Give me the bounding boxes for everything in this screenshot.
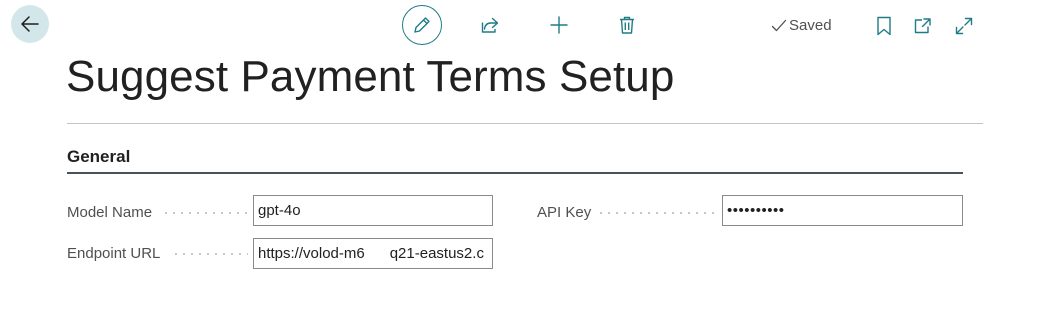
model-name-label: Model Name <box>67 204 153 221</box>
expand-icon <box>955 17 973 35</box>
section-heading-general[interactable]: General <box>67 147 130 167</box>
model-name-field[interactable]: gpt-4o <box>253 195 493 226</box>
endpoint-url-field[interactable]: https://volod-m6 q21-eastus2.c <box>253 238 493 269</box>
new-button[interactable] <box>547 13 571 37</box>
model-name-leader-dots <box>162 212 248 214</box>
open-in-new-window-icon <box>914 18 931 34</box>
title-divider <box>67 123 983 124</box>
share-icon <box>481 17 499 33</box>
section-divider <box>67 172 963 174</box>
saved-status: Saved <box>771 17 832 34</box>
page: Saved Suggest Payment Terms Setup Genera… <box>0 0 1037 325</box>
api-key-leader-dots <box>597 212 717 214</box>
edit-button[interactable] <box>402 5 442 45</box>
plus-icon <box>550 16 568 34</box>
back-button[interactable] <box>11 5 49 43</box>
expand-button[interactable] <box>952 14 976 38</box>
trash-icon <box>620 16 634 34</box>
bookmark-icon <box>877 16 891 36</box>
saved-label: Saved <box>789 17 832 34</box>
api-key-field[interactable]: •••••••••• <box>722 195 963 226</box>
arrow-left-icon <box>21 16 39 32</box>
checkmark-icon <box>771 19 787 31</box>
endpoint-url-leader-dots <box>172 253 248 255</box>
delete-button[interactable] <box>615 13 639 37</box>
share-button[interactable] <box>478 13 502 37</box>
bookmark-button[interactable] <box>873 14 895 38</box>
endpoint-url-label: Endpoint URL <box>67 245 161 262</box>
open-in-new-window-button[interactable] <box>911 14 935 38</box>
page-title: Suggest Payment Terms Setup <box>66 52 675 101</box>
api-key-label: API Key <box>537 204 592 221</box>
pencil-icon <box>414 17 430 33</box>
